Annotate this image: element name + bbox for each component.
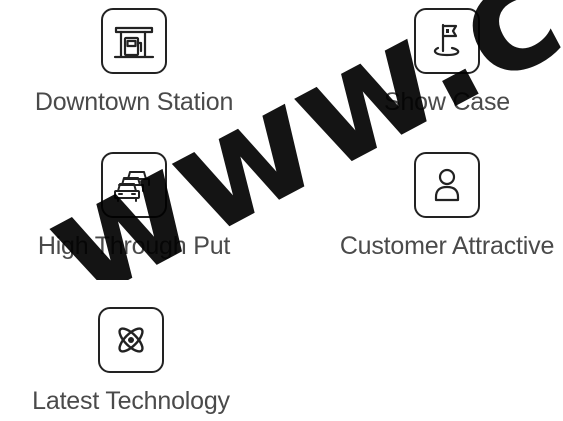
feature-customer-attractive: Customer Attractive (327, 152, 563, 261)
feature-label: Latest Technology (32, 387, 230, 415)
gas-station-icon (101, 8, 167, 74)
feature-latest-technology: Latest Technology (11, 307, 251, 416)
feature-label: High Through Put (37, 232, 231, 260)
person-icon (414, 152, 480, 218)
feature-label: Show Case (383, 88, 511, 116)
feature-high-through-put: High Through Put (14, 152, 254, 261)
feature-downtown-station: Downtown Station (14, 8, 254, 117)
cars-icon (101, 152, 167, 218)
atom-icon (98, 307, 164, 373)
feature-show-case: Show Case (327, 8, 563, 117)
flag-pin-icon (414, 8, 480, 74)
feature-label: Customer Attractive (339, 232, 555, 260)
feature-label: Downtown Station (34, 88, 234, 116)
